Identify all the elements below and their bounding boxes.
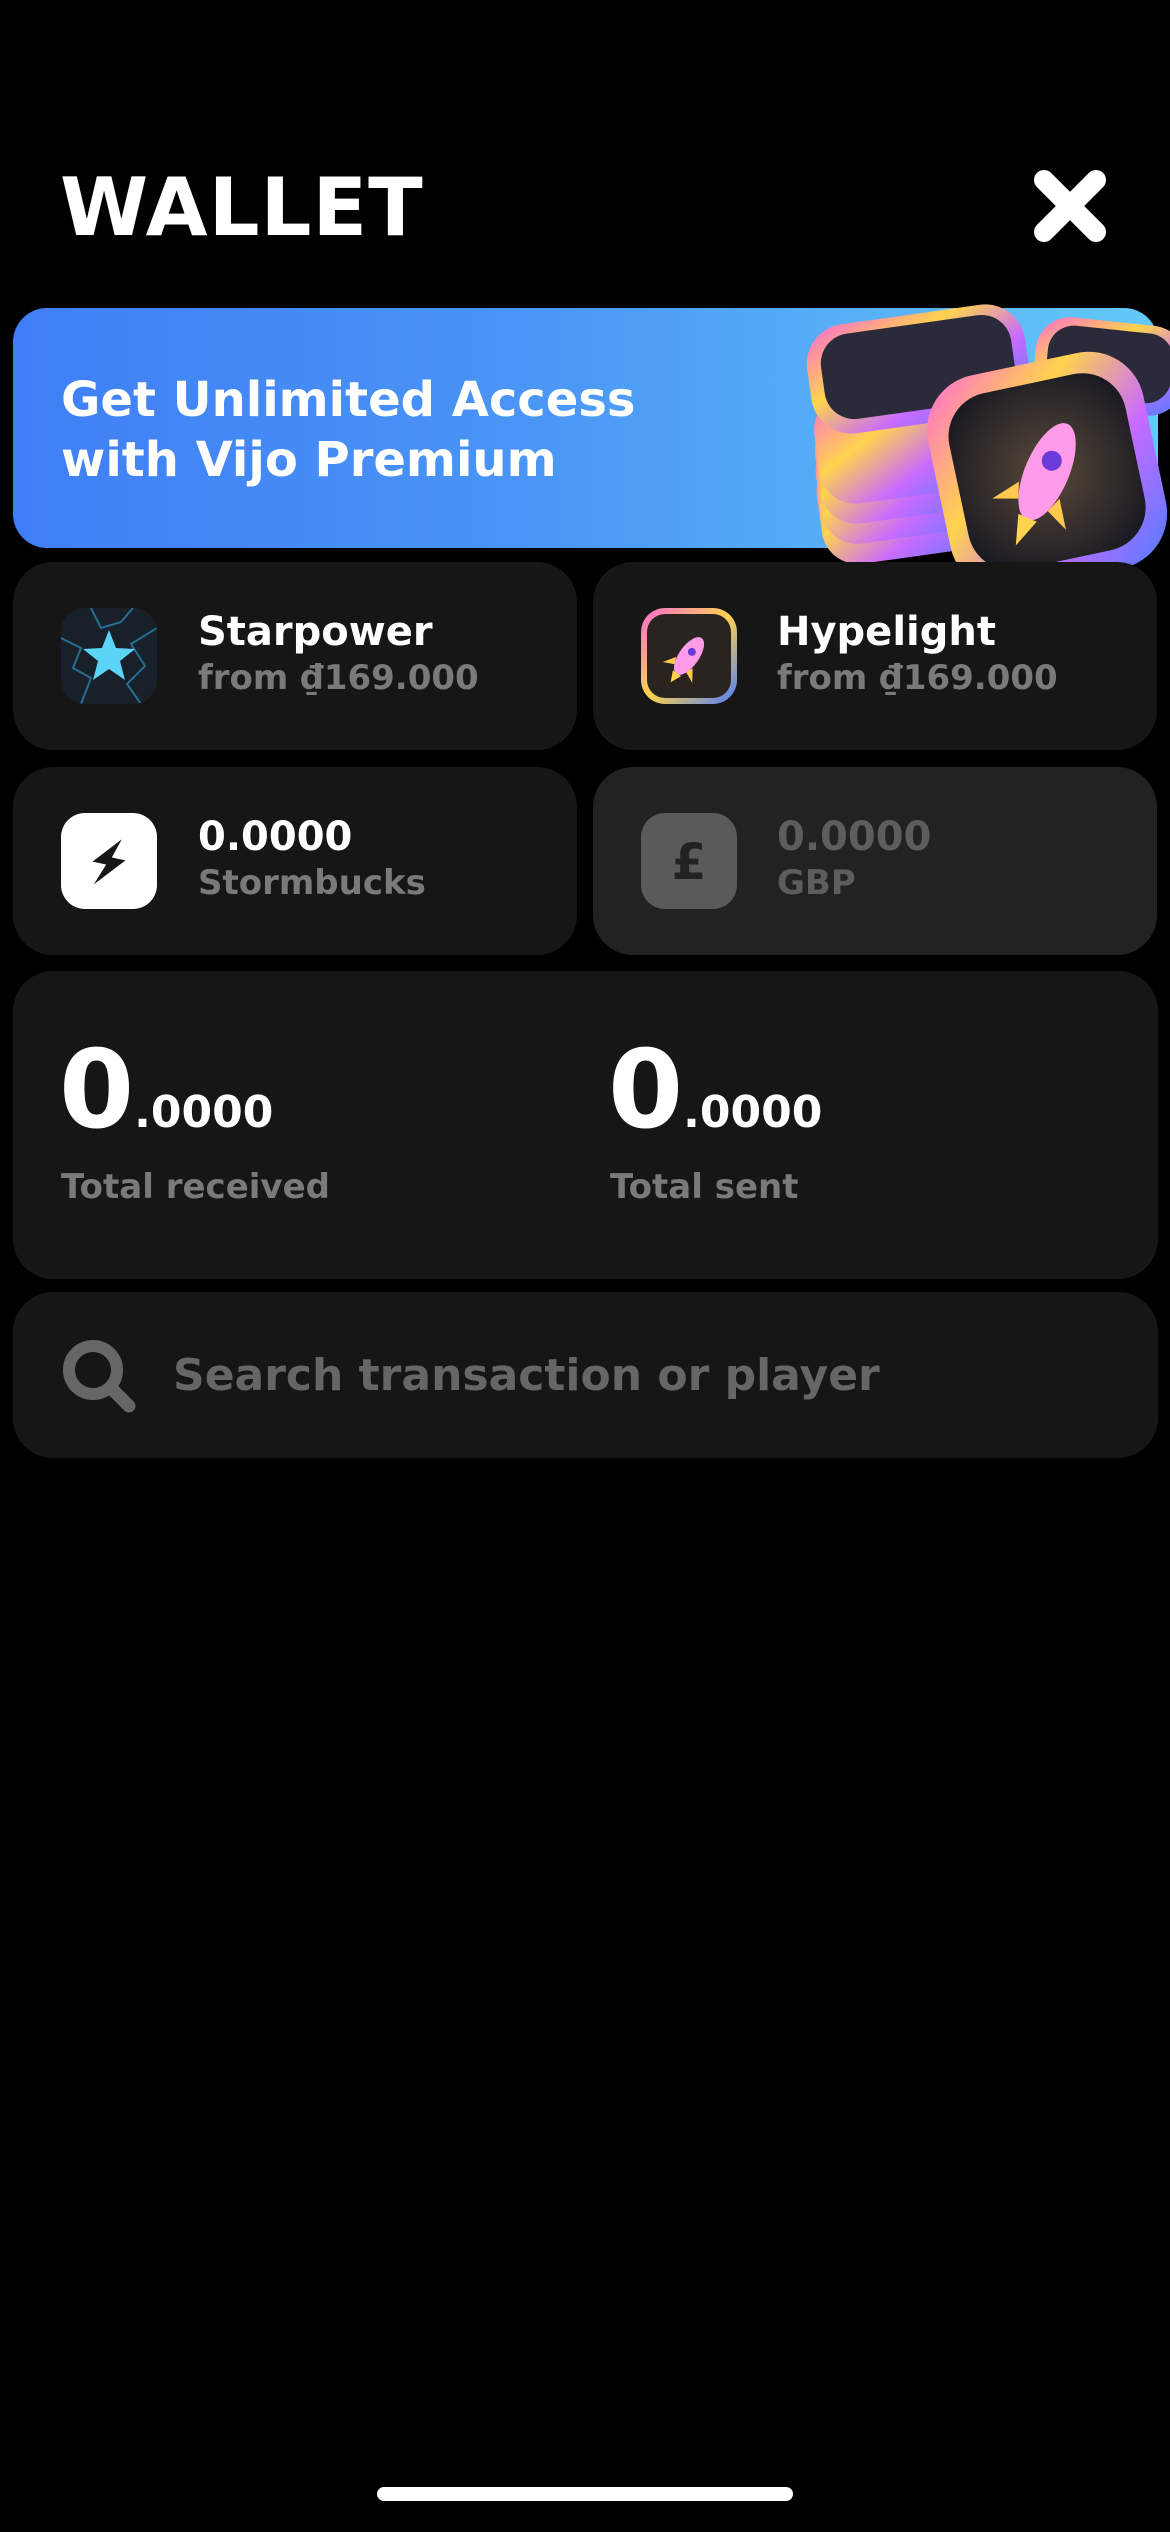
close-icon — [1034, 170, 1106, 242]
total-sent-label: Total sent — [610, 1167, 799, 1207]
stormbucks-card[interactable]: 0.0000 Stormbucks — [13, 767, 577, 955]
pound-icon: £ — [641, 813, 737, 909]
total-sent-value: 0.0000 — [608, 1028, 823, 1153]
gbp-label: GBP — [777, 863, 856, 903]
gbp-card[interactable]: £ 0.0000 GBP — [593, 767, 1157, 955]
search-input[interactable] — [173, 1342, 1073, 1408]
starpower-price: from ₫169.000 — [198, 658, 479, 698]
stormbucks-amount: 0.0000 — [198, 814, 353, 860]
total-received-label: Total received — [61, 1167, 330, 1207]
close-button[interactable] — [1030, 166, 1110, 246]
stormbucks-label: Stormbucks — [198, 863, 426, 903]
rocket-icon — [641, 608, 737, 704]
search-bar[interactable] — [13, 1292, 1158, 1458]
starpower-title: Starpower — [198, 609, 433, 655]
wallet-screen: WALLET Get Unlimited Access with Vijo Pr… — [0, 0, 1170, 2532]
lightning-icon — [61, 813, 157, 909]
premium-coins-illustration — [806, 304, 1170, 578]
premium-promo-banner[interactable]: Get Unlimited Access with Vijo Premium — [13, 304, 1170, 578]
hypelight-price: from ₫169.000 — [777, 658, 1058, 698]
star-icon — [61, 608, 157, 704]
home-indicator[interactable] — [377, 2487, 793, 2501]
total-received-value: 0.0000 — [59, 1028, 274, 1153]
hypelight-title: Hypelight — [777, 609, 996, 655]
svg-text:£: £ — [672, 833, 707, 891]
hypelight-card[interactable]: Hypelight from ₫169.000 — [593, 562, 1157, 750]
gbp-amount: 0.0000 — [777, 814, 932, 860]
page-title: WALLET — [60, 161, 424, 254]
promo-text: Get Unlimited Access with Vijo Premium — [61, 372, 636, 488]
totals-card: 0.0000 Total received 0.0000 Total sent — [13, 971, 1158, 1279]
search-icon — [63, 1340, 136, 1413]
starpower-card[interactable]: Starpower from ₫169.000 — [13, 562, 577, 750]
